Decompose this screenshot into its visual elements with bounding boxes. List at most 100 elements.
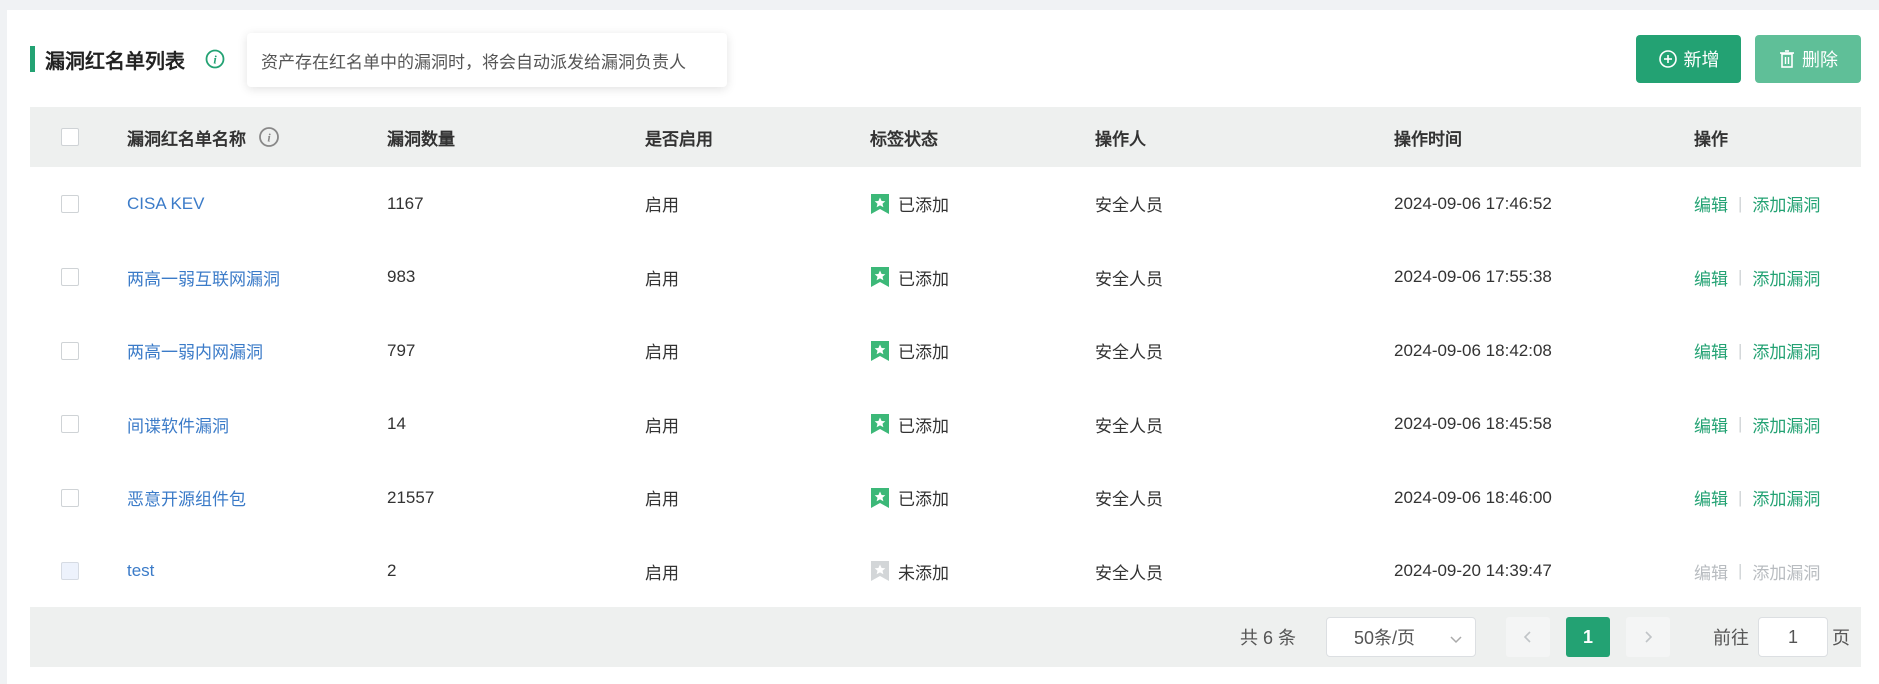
table-header: 漏洞红名单名称 i 漏洞数量 是否启用 标签状态 操作人 操作时间 操作 [30, 107, 1861, 167]
action-separator: | [1738, 340, 1743, 360]
enabled-status: 启用 [645, 490, 679, 510]
enabled-status: 启用 [645, 563, 679, 583]
action-separator: | [1738, 561, 1743, 581]
chevron-left-icon [1523, 631, 1531, 643]
edit-link[interactable]: 编辑 [1694, 485, 1728, 510]
operator: 安全人员 [1095, 490, 1163, 510]
table-row: test 2 启用 未添加 安全人员 2024-09-20 14:39:47 编… [30, 535, 1861, 609]
column-header-tag: 标签状态 [870, 129, 938, 149]
chevron-down-icon [1449, 630, 1463, 651]
page-size-select[interactable]: 50条/页 [1326, 617, 1476, 657]
add-button-label: 新增 [1683, 50, 1720, 70]
column-header-action: 操作 [1694, 129, 1728, 149]
star-flag-icon [870, 193, 890, 215]
vuln-count: 14 [387, 414, 406, 434]
page-unit-label: 页 [1832, 628, 1850, 648]
action-separator: | [1738, 267, 1743, 287]
vuln-count: 797 [387, 340, 416, 360]
add-vuln-link[interactable]: 添加漏洞 [1752, 485, 1820, 510]
column-header-enabled: 是否启用 [645, 129, 713, 149]
table-row: CISA KEV 1167 启用 已添加 安全人员 2024-09-06 17:… [30, 167, 1861, 241]
operation-time: 2024-09-06 17:46:52 [1394, 193, 1552, 213]
column-header-operator: 操作人 [1095, 129, 1146, 149]
tag-status: 已添加 [898, 490, 949, 510]
row-checkbox[interactable] [61, 488, 79, 507]
add-vuln-link[interactable]: 添加漏洞 [1752, 412, 1820, 437]
select-all-checkbox[interactable] [61, 128, 79, 146]
enabled-status: 启用 [645, 269, 679, 289]
svg-text:i: i [213, 53, 217, 67]
page-title-bar: 漏洞红名单列表 [30, 46, 185, 73]
row-checkbox[interactable] [61, 194, 79, 213]
operation-time: 2024-09-20 14:39:47 [1394, 561, 1552, 581]
redlist-name-link[interactable]: 恶意开源组件包 [127, 485, 246, 510]
row-checkbox-disabled [61, 562, 79, 581]
chevron-right-icon [1645, 631, 1653, 643]
row-checkbox[interactable] [61, 268, 79, 287]
redlist-name-link[interactable]: CISA KEV [127, 194, 204, 214]
info-icon[interactable]: i [205, 49, 225, 69]
operation-time: 2024-09-06 18:42:08 [1394, 340, 1552, 360]
operator: 安全人员 [1095, 196, 1163, 216]
column-header-count: 漏洞数量 [387, 129, 455, 149]
action-separator: | [1738, 487, 1743, 507]
table-row: 两高一弱互联网漏洞 983 启用 已添加 安全人员 2024-09-06 17:… [30, 241, 1861, 315]
vuln-count: 983 [387, 267, 416, 287]
operator: 安全人员 [1095, 343, 1163, 363]
trash-icon [1780, 50, 1794, 68]
star-flag-icon [870, 413, 890, 435]
edit-link[interactable]: 编辑 [1694, 412, 1728, 437]
table-row: 恶意开源组件包 21557 启用 已添加 安全人员 2024-09-06 18:… [30, 461, 1861, 535]
page-title: 漏洞红名单列表 [45, 50, 185, 73]
vuln-count: 21557 [387, 487, 435, 507]
operator: 安全人员 [1095, 269, 1163, 289]
column-info-icon[interactable]: i [258, 126, 280, 148]
goto-page-input[interactable] [1758, 617, 1828, 657]
edit-link[interactable]: 编辑 [1694, 338, 1728, 363]
delete-button-label: 删除 [1802, 50, 1838, 70]
operator: 安全人员 [1095, 416, 1163, 436]
column-header-time: 操作时间 [1394, 129, 1462, 149]
star-flag-icon [870, 560, 890, 582]
tag-status: 已添加 [898, 343, 949, 363]
redlist-name-link[interactable]: 间谍软件漏洞 [127, 412, 229, 437]
redlist-name-link[interactable]: test [127, 561, 154, 581]
tag-status: 未添加 [898, 563, 949, 583]
edit-link-disabled: 编辑 [1694, 563, 1728, 583]
row-checkbox[interactable] [61, 341, 79, 360]
tooltip-text: 资产存在红名单中的漏洞时，将会自动派发给漏洞负责人 [261, 52, 686, 72]
title-accent-bar [30, 46, 35, 72]
page-number-button[interactable]: 1 [1566, 617, 1610, 657]
tag-status: 已添加 [898, 269, 949, 289]
operator: 安全人员 [1095, 563, 1163, 583]
add-vuln-link[interactable]: 添加漏洞 [1752, 191, 1820, 216]
goto-label: 前往 [1713, 628, 1749, 648]
edit-link[interactable]: 编辑 [1694, 191, 1728, 216]
vuln-count: 2 [387, 561, 397, 581]
plus-circle-icon [1658, 50, 1677, 68]
add-vuln-link[interactable]: 添加漏洞 [1752, 265, 1820, 290]
operation-time: 2024-09-06 18:46:00 [1394, 487, 1552, 507]
table-row: 两高一弱内网漏洞 797 启用 已添加 安全人员 2024-09-06 18:4… [30, 314, 1861, 388]
vuln-count: 1167 [387, 193, 424, 213]
star-flag-icon [870, 487, 890, 509]
edit-link[interactable]: 编辑 [1694, 265, 1728, 290]
enabled-status: 启用 [645, 343, 679, 363]
redlist-name-link[interactable]: 两高一弱互联网漏洞 [127, 265, 280, 290]
next-page-button[interactable] [1626, 617, 1670, 657]
star-flag-icon [870, 266, 890, 288]
column-header-name: 漏洞红名单名称 [127, 129, 246, 149]
vuln-redlist-table: 漏洞红名单名称 i 漏洞数量 是否启用 标签状态 操作人 操作时间 操作 CIS… [30, 107, 1861, 608]
add-vuln-link[interactable]: 添加漏洞 [1752, 338, 1820, 363]
action-separator: | [1738, 414, 1743, 434]
prev-page-button[interactable] [1506, 617, 1550, 657]
delete-button[interactable]: 删除 [1755, 35, 1861, 83]
tooltip: 资产存在红名单中的漏洞时，将会自动派发给漏洞负责人 [247, 33, 727, 87]
add-button[interactable]: 新增 [1636, 35, 1741, 83]
redlist-name-link[interactable]: 两高一弱内网漏洞 [127, 338, 263, 363]
row-checkbox[interactable] [61, 415, 79, 434]
enabled-status: 启用 [645, 196, 679, 216]
add-vuln-link-disabled: 添加漏洞 [1752, 563, 1821, 583]
operation-time: 2024-09-06 18:45:58 [1394, 414, 1552, 434]
star-flag-icon [870, 340, 890, 362]
